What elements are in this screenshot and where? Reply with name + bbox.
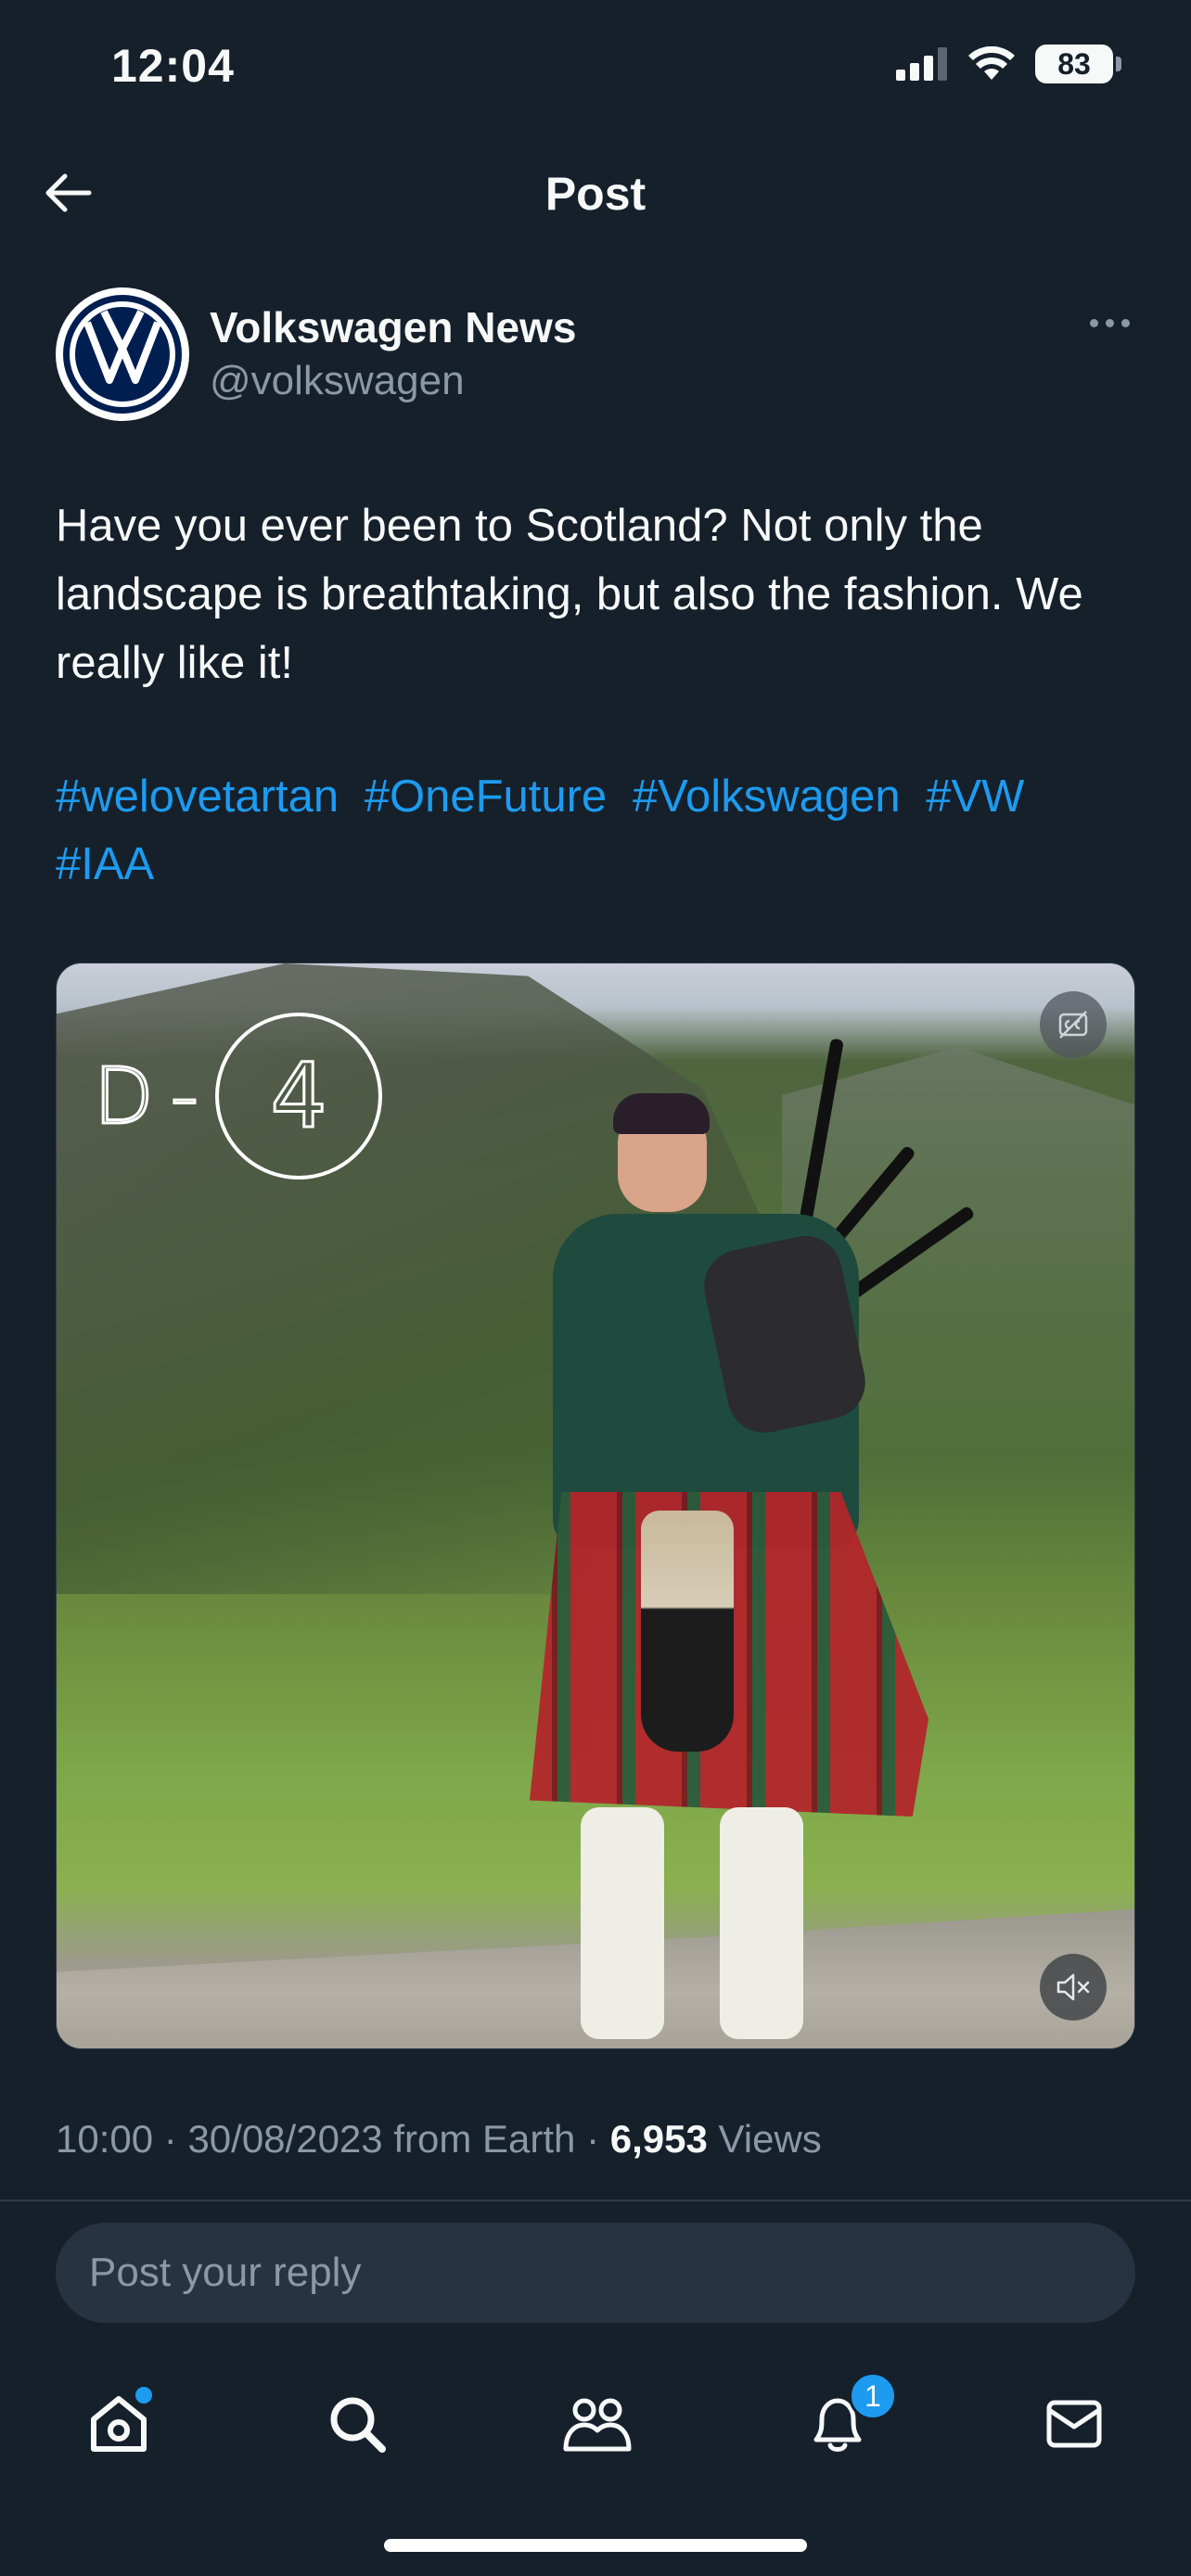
post-date: 30/08/2023 — [187, 2117, 383, 2161]
more-icon[interactable] — [1083, 304, 1135, 341]
messages-icon — [1046, 2400, 1102, 2448]
reply-placeholder: Post your reply — [89, 2250, 362, 2295]
battery-indicator: 83 — [1035, 45, 1121, 83]
mute-button[interactable] — [1040, 1954, 1107, 2021]
author-name[interactable]: Volkswagen News — [210, 302, 576, 352]
tab-search[interactable] — [311, 2378, 403, 2470]
reply-input[interactable]: Post your reply — [56, 2223, 1135, 2323]
home-unread-dot — [135, 2387, 152, 2404]
tab-bar: 1 — [0, 2355, 1191, 2476]
post-author: Volkswagen News @volkswagen — [56, 286, 1135, 421]
signal-icon — [896, 47, 947, 81]
countdown-letter: D — [93, 1050, 156, 1143]
status-time: 12:04 — [111, 40, 235, 92]
page-title: Post — [544, 168, 647, 220]
bagpiper-figure — [530, 1028, 1012, 2048]
hashtag-link[interactable]: #IAA — [56, 839, 154, 889]
notifications-badge: 1 — [849, 2372, 897, 2420]
tab-home[interactable] — [72, 2378, 165, 2470]
hashtag-link[interactable]: #VW — [926, 772, 1024, 822]
divider — [0, 2200, 1191, 2201]
captions-button[interactable] — [1040, 991, 1107, 1058]
avatar[interactable] — [56, 287, 189, 421]
status-icons: 83 — [896, 45, 1121, 83]
mute-icon — [1057, 1973, 1090, 2001]
hashtag-link[interactable]: #welovetartan — [56, 772, 339, 822]
post-source: from Earth — [393, 2117, 576, 2161]
captions-icon — [1058, 1011, 1088, 1039]
hashtags: #welovetartan #OneFuture #Volkswagen #VW… — [56, 763, 1141, 899]
home-indicator — [384, 2539, 807, 2552]
header: Post — [0, 148, 1191, 237]
views-count[interactable]: 6,953 — [610, 2117, 708, 2161]
author-handle[interactable]: @volkswagen — [210, 358, 465, 404]
status-bar: 12:04 83 — [0, 0, 1191, 139]
hashtag-link[interactable]: #OneFuture — [365, 772, 608, 822]
countdown-number: 4 — [215, 1013, 382, 1180]
hashtag-link[interactable]: #Volkswagen — [633, 772, 901, 822]
post-meta: 10:00 · 30/08/2023 from Earth · 6,953 Vi… — [56, 2117, 822, 2161]
tab-notifications[interactable]: 1 — [791, 2372, 897, 2470]
search-icon — [330, 2397, 386, 2453]
vw-logo — [63, 295, 182, 414]
post-time: 10:00 — [56, 2117, 154, 2161]
countdown-overlay: D - 4 — [93, 1008, 382, 1184]
post-text: Have you ever been to Scotland? Not only… — [56, 501, 1083, 688]
countdown-dash: - — [169, 1050, 199, 1143]
tab-messages[interactable] — [1028, 2378, 1121, 2470]
communities-icon — [563, 2398, 632, 2452]
post-video[interactable]: D - 4 — [56, 963, 1135, 2049]
tab-communities[interactable] — [551, 2378, 644, 2470]
wifi-icon — [968, 46, 1015, 80]
post-screen: 12:04 83 Post Volkswagen News @volkswage… — [0, 0, 1191, 2576]
views-label[interactable]: Views — [719, 2117, 822, 2161]
